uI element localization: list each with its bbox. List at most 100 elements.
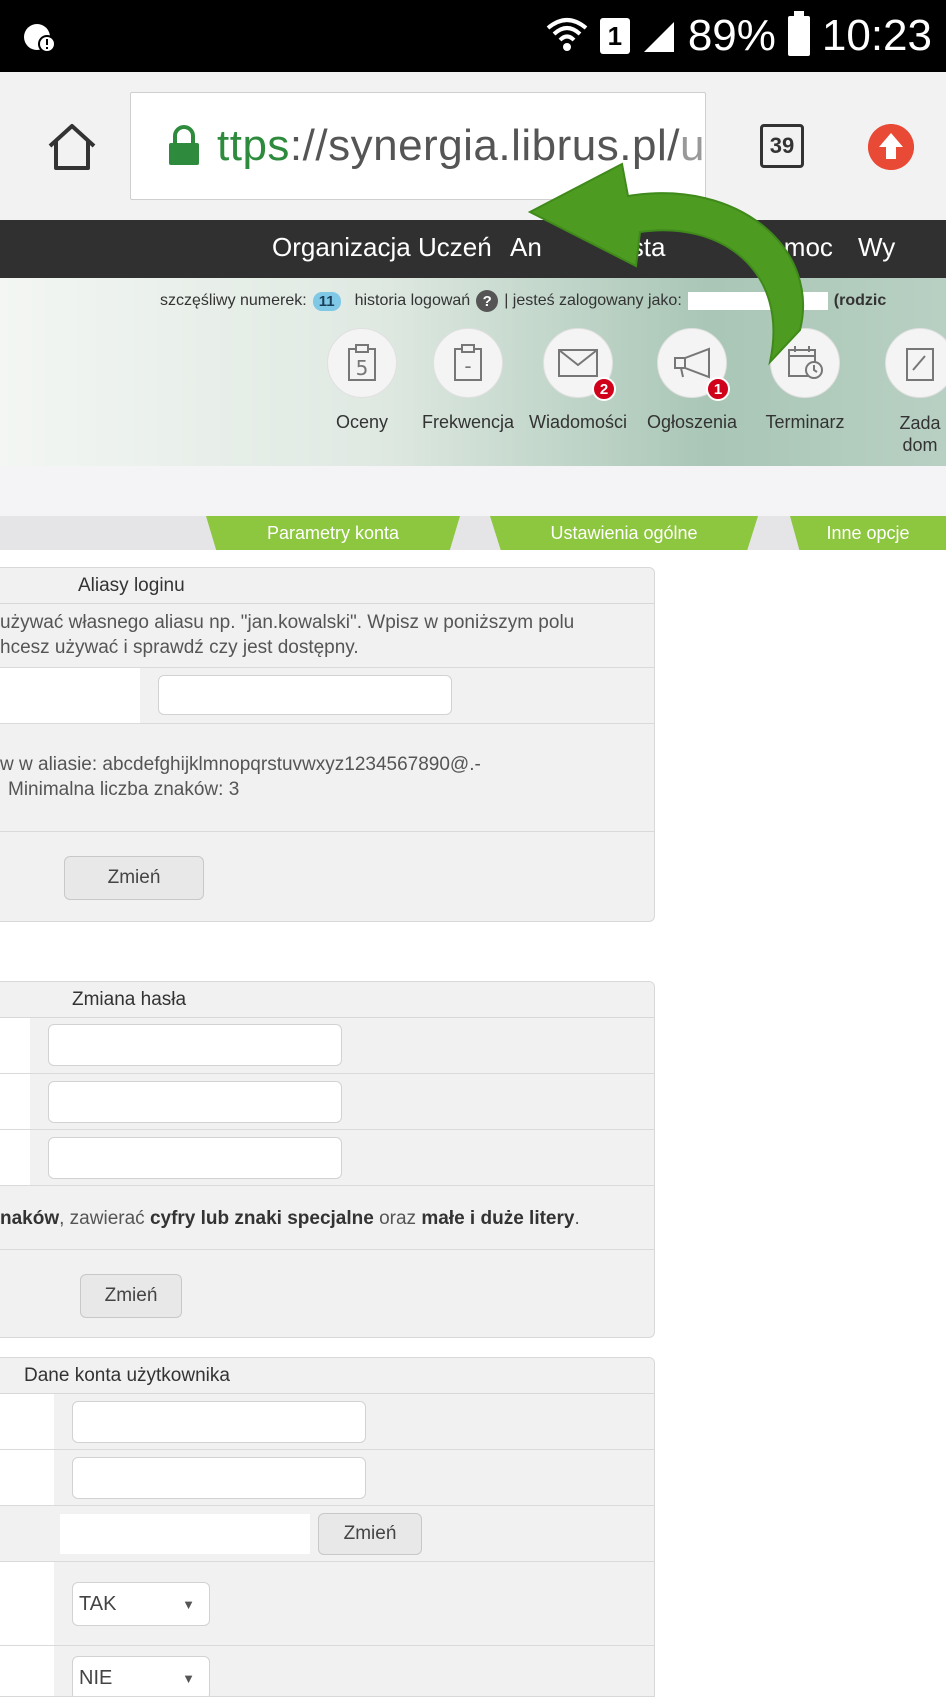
unread-badge: 1: [706, 377, 730, 401]
current-password-row: [0, 1018, 654, 1074]
help-icon[interactable]: ?: [476, 290, 499, 312]
main-nav: Organizacja Uczeń An Usta Pomoc Wy: [0, 220, 946, 278]
lock-icon: [169, 125, 199, 165]
alias-input[interactable]: [158, 675, 452, 715]
status-bar: 1 89% 10:23: [0, 0, 946, 72]
envelope-icon: [558, 349, 598, 377]
current-password-input[interactable]: [48, 1024, 342, 1066]
sub-header-bar: [0, 466, 946, 516]
label-cell: [0, 1074, 30, 1129]
logged-as-label: | jesteś zalogowany jako:: [504, 292, 682, 309]
notification-select[interactable]: TAK ▼: [72, 1582, 210, 1626]
tab-switcher-button[interactable]: 39: [760, 124, 804, 168]
change-password-button[interactable]: Zmień: [80, 1274, 182, 1318]
aliases-panel: Aliasy loginu używać własnego aliasu np.…: [0, 567, 655, 922]
grades-icon: 5: [348, 344, 376, 381]
wifi-icon: [546, 18, 588, 51]
account-row: [0, 1394, 654, 1450]
shortcut-ogloszenia[interactable]: 1 Ogłoszenia: [642, 328, 742, 433]
label-cell: [0, 1562, 54, 1645]
account-row: [0, 1450, 654, 1506]
shortcut-label: Oceny: [335, 412, 389, 432]
nav-announcements[interactable]: An: [510, 232, 542, 263]
account-row: NIE ▼: [0, 1646, 654, 1696]
description-line: używać własnego aliasu np. "jan.kowalski…: [0, 612, 575, 633]
password-hint-text: naków, zawierać cyfry lub znaki specjaln…: [0, 1208, 580, 1229]
calendar-icon: [788, 346, 823, 379]
change-email-button[interactable]: Zmień: [318, 1513, 422, 1555]
sim-indicator: 1: [599, 18, 630, 54]
role-label: (rodzic: [833, 292, 887, 309]
browser-toolbar: ttps://synergia.librus.pl/u 39: [0, 72, 946, 220]
alias-input-row: [0, 668, 654, 724]
rules-line: w w aliasie: abcdefghijklmnopqrstuvwxyz1…: [0, 754, 481, 775]
panel-title: Dane konta użytkownika: [0, 1358, 654, 1394]
aliases-description: używać własnego aliasu np. "jan.kowalski…: [0, 604, 654, 668]
battery-percent: 89%: [687, 11, 776, 60]
change-alias-button[interactable]: Zmień: [64, 856, 204, 900]
address-bar[interactable]: ttps://synergia.librus.pl/u: [130, 92, 706, 200]
shortcut-frekwencja[interactable]: - Frekwencja: [418, 328, 518, 433]
password-panel: Zmiana hasła naków, zawierać cyfry lub z…: [0, 981, 655, 1338]
user-info-bar: szczęśliwy numerek: 11 historia logowań …: [160, 290, 886, 312]
unread-badge: 2: [592, 377, 616, 401]
upload-extension-icon[interactable]: [868, 124, 914, 170]
account-row: TAK ▼: [0, 1562, 654, 1646]
nav-uczen[interactable]: Uczeń: [418, 232, 492, 263]
rules-line: Minimalna liczba znaków: 3: [8, 779, 240, 800]
url-text: ttps://synergia.librus.pl/u: [217, 121, 705, 170]
repeat-password-input[interactable]: [48, 1137, 342, 1179]
tab-ustawienia-ogolne[interactable]: Ustawienia ogólne: [490, 516, 758, 550]
select-value: TAK: [79, 1592, 117, 1615]
nav-logout[interactable]: Wy: [858, 232, 895, 263]
repeat-password-row: [0, 1130, 654, 1186]
shortcut-oceny[interactable]: 5 Oceny: [312, 328, 412, 433]
label-cell: [0, 1646, 54, 1696]
megaphone-icon: [674, 347, 710, 379]
signal-icon: [643, 22, 674, 52]
app-notification-icon: [24, 24, 56, 53]
homework-icon: [906, 348, 934, 381]
alias-rules: w w aliasie: abcdefghijklmnopqrstuvwxyz1…: [0, 724, 654, 832]
lucky-number-label: szczęśliwy numerek:: [160, 292, 307, 309]
shortcut-zadania-domowe[interactable]: Zada dom: [870, 328, 946, 456]
select-value: NIE: [79, 1666, 113, 1689]
account-row: Zmień: [0, 1506, 654, 1562]
tab-inne-opcje[interactable]: Inne opcje: [790, 516, 946, 550]
second-select[interactable]: NIE ▼: [72, 1656, 210, 1696]
shortcut-label: Ogłoszenia: [646, 412, 738, 432]
label-cell: [0, 1018, 30, 1073]
nav-organizacja[interactable]: Organizacja: [272, 232, 411, 263]
svg-text:-: -: [464, 354, 471, 378]
new-password-row: [0, 1074, 654, 1130]
password-action-row: Zmień: [0, 1250, 654, 1337]
battery-icon: [787, 11, 810, 56]
nav-pomoc[interactable]: Pomoc: [752, 232, 833, 263]
shortcut-label: Wiadomości: [528, 412, 628, 432]
redacted-value: [60, 1514, 310, 1554]
last-name-input[interactable]: [72, 1457, 366, 1499]
shortcut-terminarz[interactable]: Terminarz: [755, 328, 855, 433]
home-icon[interactable]: [46, 122, 98, 172]
nav-settings[interactable]: Usta: [612, 232, 665, 263]
settings-tabs: Parametry konta Ustawienia ogólne Inne o…: [0, 516, 946, 550]
svg-text:5: 5: [356, 356, 369, 380]
label-cell: [0, 1394, 54, 1449]
shortcut-wiadomosci[interactable]: 2 Wiadomości: [528, 328, 628, 433]
dropdown-arrow-icon: ▼: [182, 1596, 195, 1612]
lucky-number-badge: 11: [312, 291, 341, 311]
alias-action-row: Zmień: [0, 832, 654, 920]
account-panel: Dane konta użytkownika Zmień TAK ▼ NIE ▼: [0, 1357, 655, 1697]
clock: 10:23: [821, 11, 932, 60]
label-cell: [0, 668, 140, 723]
login-history-link[interactable]: historia logowań: [355, 292, 471, 310]
label-cell: [0, 1130, 30, 1185]
shortcut-label: Terminarz: [765, 412, 845, 432]
portal-header: szczęśliwy numerek: 11 historia logowań …: [0, 278, 946, 466]
shortcut-label: Zada dom: [899, 413, 941, 455]
shortcut-label: Frekwencja: [421, 412, 515, 432]
username-redacted: [687, 292, 828, 310]
tab-parametry-konta[interactable]: Parametry konta: [206, 516, 460, 550]
first-name-input[interactable]: [72, 1401, 366, 1443]
new-password-input[interactable]: [48, 1081, 342, 1123]
